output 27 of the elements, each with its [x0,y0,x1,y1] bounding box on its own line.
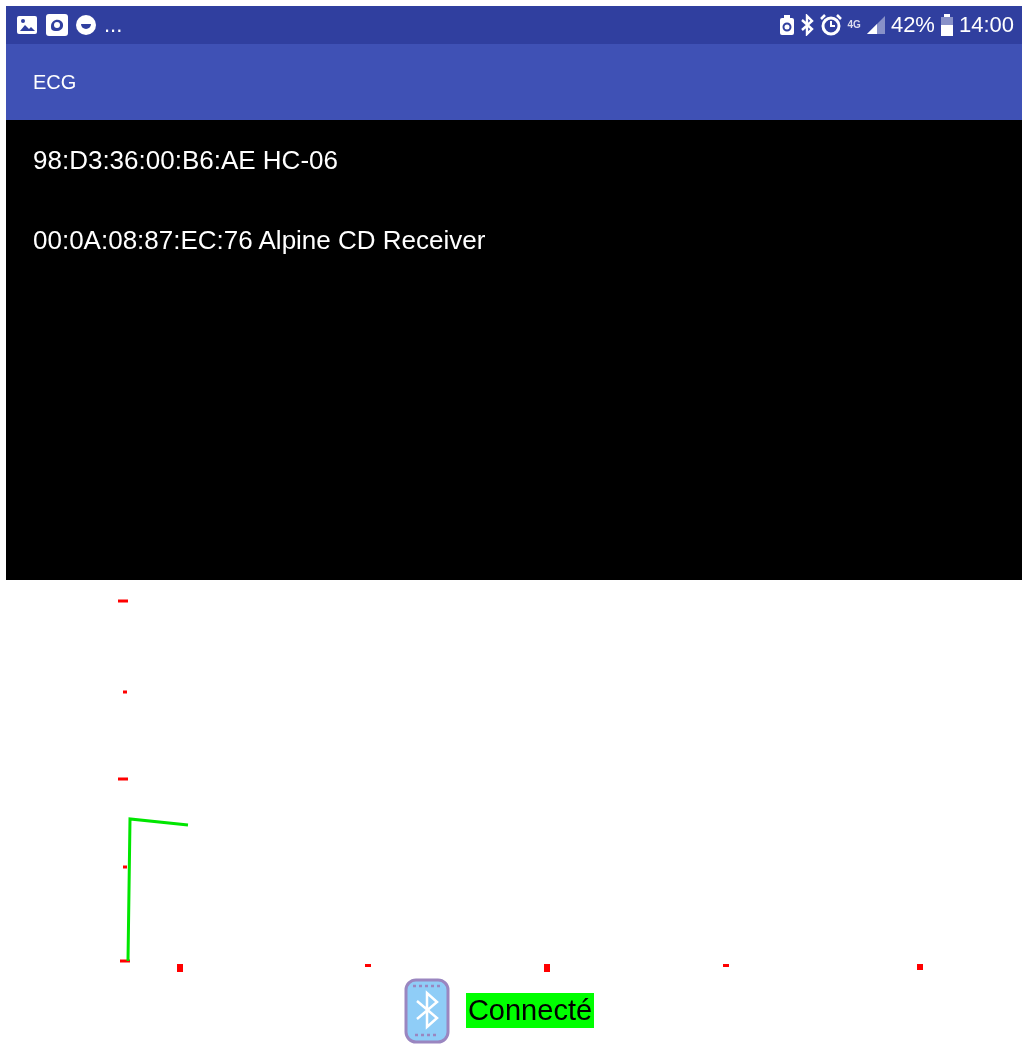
tick-mark [365,964,371,967]
bluetooth-icon [799,14,814,36]
tick-mark [723,964,729,967]
tick-mark [177,964,183,972]
battery-icon [940,14,953,36]
tick-mark [123,690,127,694]
device-item[interactable]: 98:D3:36:00:B6:AE HC-06 [6,120,1022,200]
tick-mark [118,599,128,603]
tick-mark [544,964,550,972]
tick-mark [123,865,127,869]
clock: 14:00 [958,12,1014,38]
alarm-icon [819,14,842,36]
connection-status: Connecté [465,993,595,1028]
tick-mark [118,777,128,781]
tick-mark [120,959,130,963]
more-notifications: ... [104,12,123,38]
signal-icon [866,16,885,34]
image-icon [16,15,38,35]
smiley-icon [76,15,96,35]
network-type: 4G [847,20,861,30]
device-item[interactable]: 00:0A:08:87:EC:76 Alpine CD Receiver [6,200,1022,280]
app-icon [46,14,68,36]
app-title: ECG [33,70,77,94]
tick-mark [917,964,923,970]
battery-percent: 42% [890,12,935,38]
battery-saver-icon [779,15,794,35]
bluetooth-phone-icon [403,977,450,1044]
